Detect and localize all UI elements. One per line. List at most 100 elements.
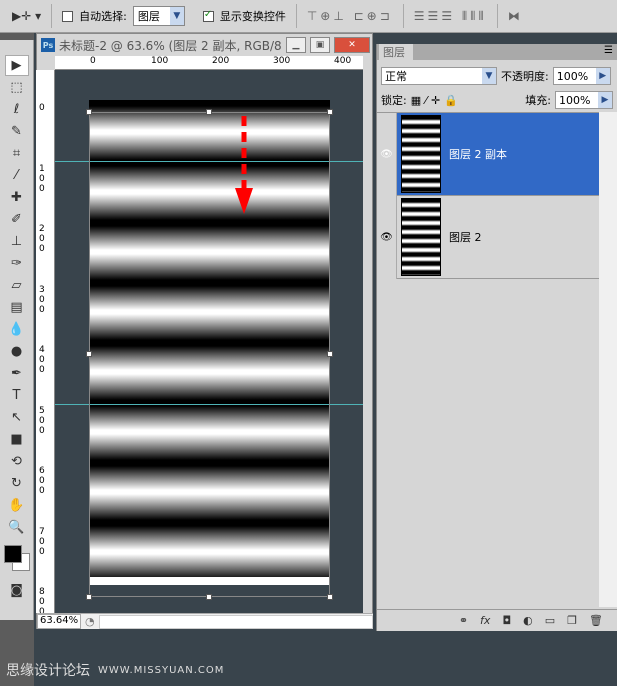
ruler-label: 0: [90, 56, 96, 66]
transform-handle[interactable]: [327, 351, 333, 357]
fill-field[interactable]: 100% ▶: [555, 91, 613, 109]
new-layer-icon[interactable]: ❐: [567, 614, 577, 627]
show-transform-label: 显示变换控件: [219, 10, 286, 23]
trash-icon[interactable]: 🗑: [589, 614, 603, 627]
lock-label: 锁定:: [381, 94, 407, 107]
lock-all-icon[interactable]: 🔒: [444, 94, 458, 107]
color-swatches[interactable]: [0, 539, 33, 579]
eye-icon[interactable]: 👁: [377, 195, 397, 279]
blend-mode-dropdown[interactable]: 正常 ▼: [381, 67, 497, 85]
auto-align-icon[interactable]: ⧓: [508, 9, 523, 23]
zoom-tool-icon[interactable]: 🔍: [5, 517, 29, 538]
adjustment-icon[interactable]: ◐: [523, 614, 533, 627]
link-icon[interactable]: ⚭: [459, 614, 468, 627]
quick-mask-icon[interactable]: ◙: [5, 580, 29, 601]
auto-select-value: 图层: [137, 10, 160, 23]
chevron-down-icon: ▼: [482, 68, 496, 84]
stamp-tool-icon[interactable]: ⊥: [5, 231, 29, 252]
gradient-tool-icon[interactable]: ▤: [5, 297, 29, 318]
transform-handle[interactable]: [206, 594, 212, 600]
ruler-label: 100: [151, 56, 169, 66]
shape-tool-icon[interactable]: ■: [5, 429, 29, 450]
healing-brush-icon[interactable]: ✚: [5, 187, 29, 208]
quick-select-tool-icon[interactable]: ✎: [5, 121, 29, 142]
layers-list: 👁 图层 2 副本 👁 图层 2: [377, 112, 600, 607]
auto-select-dropdown[interactable]: 图层 ▼: [132, 6, 185, 26]
ruler-label: 0: [39, 103, 45, 113]
lock-pixels-icon[interactable]: ⁄: [425, 94, 427, 107]
fx-icon[interactable]: fx: [480, 614, 490, 627]
path-select-tool-icon[interactable]: ↖: [5, 407, 29, 428]
opacity-value: 100%: [556, 69, 589, 83]
show-transform-checkbox[interactable]: [202, 9, 214, 22]
lock-transparency-icon[interactable]: ▦: [411, 94, 421, 107]
opacity-label: 不透明度:: [501, 70, 549, 83]
layer-row[interactable]: 👁 图层 2 副本: [377, 112, 600, 196]
minimize-button[interactable]: ▁: [286, 37, 306, 53]
pen-tool-icon[interactable]: ✒: [5, 363, 29, 384]
ruler-label: 500: [39, 405, 45, 436]
type-tool-icon[interactable]: T: [5, 385, 29, 406]
chevron-right-icon[interactable]: ▶: [595, 68, 610, 84]
hand-tool-icon[interactable]: ✋: [5, 495, 29, 516]
layer-thumbnail: [401, 198, 441, 276]
marquee-tool-icon[interactable]: ⬚: [5, 77, 29, 98]
watermark-url: WWW.MISSYUAN.COM: [98, 664, 225, 676]
maximize-button[interactable]: ▣: [310, 37, 330, 53]
chevron-down-icon: ▼: [169, 7, 184, 25]
transform-handle[interactable]: [86, 594, 92, 600]
transform-handle[interactable]: [206, 109, 212, 115]
toolbox: ▶ ⬚ ℓ ✎ ⌗ ⁄ ✚ ✐ ⊥ ✑ ▱ ▤ 💧 ● ✒ T ↖ ■ ⟲ ↻ …: [0, 40, 34, 620]
transform-handle[interactable]: [327, 594, 333, 600]
status-bar: 63.64% ◔: [37, 613, 373, 629]
eyedropper-tool-icon[interactable]: ⁄: [5, 165, 29, 186]
ruler-label: 300: [273, 56, 291, 66]
canvas-area[interactable]: [55, 70, 363, 613]
ruler-left[interactable]: 0 100 200 300 400 500 600 700 800: [36, 70, 55, 617]
eraser-tool-icon[interactable]: ▱: [5, 275, 29, 296]
fill-value: 100%: [559, 93, 591, 107]
chevron-right-icon[interactable]: ▶: [598, 92, 612, 108]
transform-box[interactable]: [89, 112, 330, 597]
align-icons[interactable]: ⊤⊕⊥ ⊏⊕⊐: [307, 9, 393, 23]
ruler-label: 400: [39, 345, 45, 375]
opacity-field[interactable]: 100% ▶: [552, 67, 611, 85]
transform-handle[interactable]: [86, 351, 92, 357]
group-icon[interactable]: ▭: [545, 614, 555, 627]
lasso-tool-icon[interactable]: ℓ: [5, 99, 29, 120]
3d-rotate-tool-icon[interactable]: ⟲: [5, 451, 29, 472]
red-dashed-arrow-icon: [235, 116, 253, 214]
brush-tool-icon[interactable]: ✐: [5, 209, 29, 230]
auto-select-label: 自动选择:: [79, 10, 127, 23]
move-tool-icon[interactable]: ▶✛ ▾: [12, 9, 41, 23]
transform-handle[interactable]: [86, 109, 92, 115]
eye-icon[interactable]: 👁: [377, 112, 397, 196]
ruler-label: 700: [39, 526, 45, 557]
lock-position-icon[interactable]: ✛: [431, 94, 440, 107]
ruler-label: 200: [39, 224, 45, 254]
panel-menu-icon[interactable]: ☰: [604, 45, 613, 56]
ruler-top[interactable]: 0 100 200 300 400: [55, 56, 363, 70]
ruler-label: 200: [212, 56, 230, 66]
3d-orbit-tool-icon[interactable]: ↻: [5, 473, 29, 494]
history-brush-icon[interactable]: ✑: [5, 253, 29, 274]
close-button[interactable]: ✕: [334, 37, 370, 53]
tab-layers[interactable]: 图层: [379, 44, 413, 60]
vertical-scrollbar[interactable]: [599, 112, 617, 607]
crop-tool-icon[interactable]: ⌗: [5, 143, 29, 164]
dodge-tool-icon[interactable]: ●: [5, 341, 29, 362]
distribute-icons[interactable]: ☰☰☰ ⦀⦀⦀: [414, 9, 487, 24]
layer-name: 图层 2 副本: [449, 148, 507, 161]
horizontal-scrollbar[interactable]: [98, 614, 373, 629]
ruler-label: 600: [39, 466, 45, 496]
blur-tool-icon[interactable]: 💧: [5, 319, 29, 340]
auto-select-checkbox[interactable]: [62, 10, 74, 22]
mask-icon[interactable]: ◘: [502, 614, 511, 627]
watermark-text: 思缘设计论坛: [6, 663, 90, 679]
transform-handle[interactable]: [327, 109, 333, 115]
ps-icon: Ps: [41, 38, 55, 52]
zoom-field[interactable]: 63.64%: [37, 614, 81, 629]
status-menu-icon[interactable]: ◔: [85, 615, 95, 628]
move-tool-icon[interactable]: ▶: [4, 55, 29, 76]
layer-row[interactable]: 👁 图层 2: [377, 195, 600, 279]
